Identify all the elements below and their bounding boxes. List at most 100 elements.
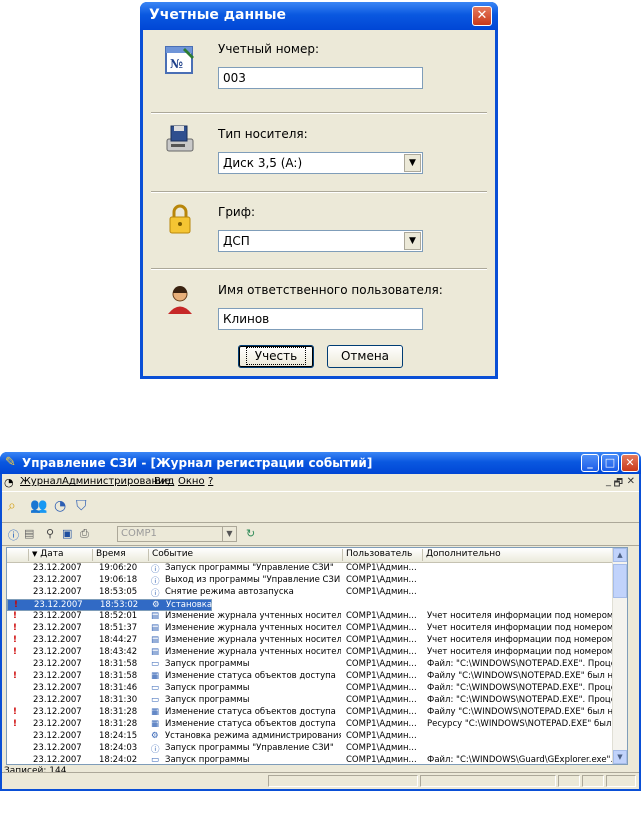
row-user: COMP1\Админ... [346,743,417,753]
row-event-icon: ▭ [151,659,160,669]
number-book-icon: № [165,46,194,74]
policy-icon[interactable]: ⛉ [76,498,87,514]
status-panel [582,775,604,787]
mdi-close-icon[interactable]: ✕ [627,476,635,487]
events-table: ▼ Дата Время Событие Пользователь Дополн… [6,547,628,765]
column-date[interactable]: ▼ Дата [29,549,93,561]
column-mark[interactable] [7,549,29,561]
account-number-input[interactable]: 003 [218,67,423,89]
column-extra[interactable]: Дополнительно [423,549,613,561]
main-toolbar: ⌕ 👥 ◔ ⛉ [2,491,639,523]
table-row[interactable]: ! 23.12.2007 18:31:28 ▦ Изменение статуса об… [7,707,613,719]
row-event-icon: ▤ [151,623,160,633]
row-event-icon: ▦ [151,719,160,729]
chevron-down-icon[interactable]: ▼ [404,232,421,250]
table-row[interactable]: 23.12.2007 18:31:46 ▭ Запуск программы COMP1… [7,683,613,695]
row-event-icon: ⚙ [151,731,159,741]
row-extra: Учет носителя информации под номером 2 [427,635,613,645]
maximize-icon[interactable]: □ [601,454,619,472]
row-event: Установка режима автозапуска [166,600,309,610]
menu-help[interactable]: ? [208,476,213,487]
chevron-down-icon[interactable]: ▼ [404,154,421,172]
minimize-icon[interactable]: _ [581,454,599,472]
vertical-scrollbar[interactable]: ▲ ▼ [612,548,627,764]
menu-bar: ◔ Журнал Администрирование Вид Окно ? _ … [2,474,639,490]
save-icon[interactable]: ▣ [62,527,72,540]
table-row[interactable]: 23.12.2007 18:24:03 ⓘ Запуск программы "Упр… [7,743,613,755]
table-row[interactable]: ! 23.12.2007 18:44:27 ▤ Изменение журнала уч… [7,635,613,647]
row-extra: Файлу "C:\WINDOWS\NOTEPAD.EXE" был назна… [427,671,613,681]
row-user: COMP1\Админ... [346,635,417,645]
scroll-up-icon[interactable]: ▲ [613,548,627,562]
table-row[interactable]: ! 23.12.2007 18:52:01 ▤ Изменение журнала уч… [7,611,613,623]
journal-icon[interactable]: ◔ [54,498,66,514]
table-row[interactable]: 23.12.2007 18:24:02 ▭ Запуск программы COMP1… [7,755,613,765]
row-time: 18:52:01 [99,611,138,621]
row-date: 23.12.2007 [33,611,82,621]
table-row[interactable]: 23.12.2007 19:06:20 ⓘ Запуск программы "Упр… [7,563,613,575]
chevron-down-icon[interactable]: ▼ [222,527,236,541]
row-event-icon: ⚙ [152,600,160,610]
refresh-icon[interactable]: ↻ [246,527,255,540]
print-icon[interactable]: ⎙ [80,527,89,541]
table-row[interactable]: 23.12.2007 18:24:15 ⚙ Установка режима адми… [7,731,613,743]
menu-journal[interactable]: Журнал [20,476,62,487]
table-row[interactable]: ! 23.12.2007 18:43:42 ▤ Изменение журнала уч… [7,647,613,659]
close-icon[interactable]: ✕ [621,454,639,472]
computers-icon[interactable]: ⌕ [8,498,16,514]
journal-toolbar: ⓘ ▤ ⚲ ▣ ⎙ COMP1 ▼ ↻ [2,523,639,546]
cancel-button[interactable]: Отмена [327,345,403,368]
media-type-select[interactable]: Диск 3,5 (A:) ▼ [218,152,423,174]
users-icon[interactable]: 👥 [30,498,47,514]
window-body: ◔ Журнал Администрирование Вид Окно ? _ … [2,474,639,789]
filter-icon[interactable]: ▤ [24,527,34,540]
table-row[interactable]: 23.12.2007 18:53:05 ⓘ Снятие режима автозап… [7,587,613,599]
row-event-icon: ⓘ [151,565,160,575]
computer-select[interactable]: COMP1 ▼ [117,526,237,542]
menu-view[interactable]: Вид [154,476,174,487]
table-row[interactable]: ! 23.12.2007 18:51:37 ▤ Изменение журнала уч… [7,623,613,635]
row-date: 23.12.2007 [33,587,82,597]
column-user[interactable]: Пользователь [343,549,423,561]
dialog-titlebar[interactable]: Учетные данные ✕ [140,2,498,30]
status-panel [606,775,636,787]
row-user: COMP1\Админ... [346,659,417,669]
column-event[interactable]: Событие [149,549,343,561]
row-event-icon: ▦ [151,671,160,681]
table-row[interactable]: ! 23.12.2007 18:53:02 ⚙ Установка режима авт… [7,599,418,611]
row-event: Изменение статуса объектов доступа [165,671,336,681]
row-event: Запуск программы "Управление СЗИ" [165,563,334,573]
responsible-user-input[interactable]: Клинов [218,308,423,330]
classification-select[interactable]: ДСП ▼ [218,230,423,252]
row-extra: Файл: "C:\WINDOWS\Guard\GExplorer.exe". … [427,755,613,765]
row-date: 23.12.2007 [33,743,82,753]
row-event-icon: ⓘ [151,745,160,755]
table-row[interactable]: ! 23.12.2007 18:31:28 ▦ Изменение статуса об… [7,719,613,731]
status-panel [558,775,580,787]
row-date: 23.12.2007 [33,563,82,573]
table-row[interactable]: 23.12.2007 19:06:18 ⓘ Выход из программы "У… [7,575,613,587]
scroll-down-icon[interactable]: ▼ [613,750,627,764]
column-date-label: Дата [40,549,64,559]
menu-window[interactable]: Окно [178,476,205,487]
row-user: COMP1\Админ... [346,719,417,729]
table-row[interactable]: ! 23.12.2007 18:31:58 ▦ Изменение статуса об… [7,671,613,683]
row-date: 23.12.2007 [33,719,82,729]
window-titlebar[interactable]: ✎ Управление СЗИ - [Журнал регистрации с… [0,452,641,474]
table-row[interactable]: 23.12.2007 18:31:30 ▭ Запуск программы COMP1… [7,695,613,707]
column-time[interactable]: Время [93,549,149,561]
row-extra: Учет носителя информации под номером 2 [427,611,613,621]
row-time: 18:53:05 [99,587,138,597]
mdi-minimize-icon[interactable]: _ [606,476,611,487]
info-icon[interactable]: ⓘ [8,527,19,543]
row-user: COMP1\Админ... [346,647,417,657]
scroll-thumb[interactable] [613,564,627,598]
row-alert-mark: ! [13,635,17,645]
ok-button[interactable]: Учесть [238,345,314,368]
dialog-close-icon[interactable]: ✕ [472,6,492,26]
table-row[interactable]: 23.12.2007 18:31:58 ▭ Запуск программы COMP1… [7,659,613,671]
row-user: COMP1\Админ... [346,623,417,633]
separator [151,191,487,193]
row-event-icon: ▤ [151,611,160,621]
search-icon[interactable]: ⚲ [46,527,54,540]
